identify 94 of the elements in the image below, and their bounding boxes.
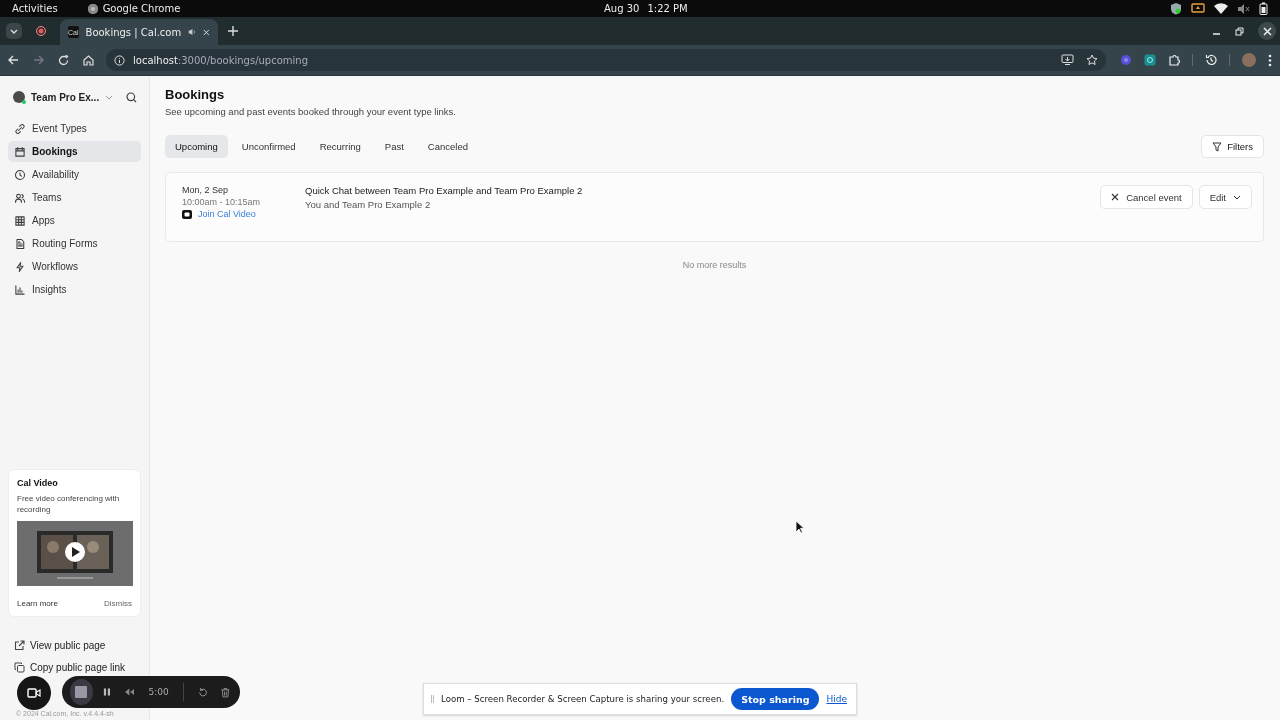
chevron-down-icon [1233,194,1241,200]
nav-icon [14,122,26,135]
nav-item[interactable]: Teams [8,187,141,208]
shield-icon[interactable] [1170,2,1182,15]
nav-icon [14,237,26,250]
end-message: No more results [681,260,748,270]
join-link[interactable]: Join Cal Video [198,209,256,219]
history-icon[interactable] [1205,54,1217,66]
wifi-icon[interactable] [1214,3,1228,14]
video-icon [182,209,192,219]
url-text[interactable]: localhost:3000/bookings/upcoming [133,54,308,66]
promo-description: Free video conferencing with recording [17,493,121,515]
page-title: Bookings [165,87,226,102]
stop-sharing-button[interactable]: Stop sharing [731,688,820,710]
menu-icon[interactable] [1268,53,1272,67]
hide-link[interactable]: Hide [826,694,847,704]
new-tab-icon[interactable] [228,26,238,36]
filter-icon [1212,141,1223,152]
install-icon[interactable] [1061,54,1074,65]
tab-title: Bookings | Cal.com [85,26,182,38]
restore-icon[interactable] [1235,26,1244,36]
filter-tab[interactable]: Upcoming [165,135,228,158]
booking-attendees: You and Team Pro Example 2 [305,199,432,210]
speaker-icon[interactable] [188,27,197,37]
info-icon[interactable] [114,54,125,66]
page-subtitle: See upcoming and past events booked through your event type links. [165,106,457,117]
close-icon[interactable] [203,27,210,37]
chevron-down-icon [10,28,18,34]
puzzle-icon[interactable] [1168,54,1180,66]
dismiss-button[interactable]: Dismiss [104,599,132,608]
nav-icon [14,283,26,296]
sidebar-link[interactable]: View public page [8,639,141,652]
booking-title: Quick Chat between Team Pro Example and Team Pro Example 2 [305,185,583,196]
promo-title: Cal Video [17,478,59,488]
team-avatar[interactable] [13,91,25,103]
tab-search-button[interactable] [6,23,22,39]
camera-icon [27,688,41,698]
booking-time: 10:00am - 10:15am [182,197,262,207]
timer-text: 5:00 [148,687,169,697]
filter-tab[interactable]: Past [374,135,414,158]
close-icon [1111,193,1120,201]
filter-tab[interactable]: Unconfirmed [231,135,306,158]
home-icon[interactable] [83,54,94,66]
restart-icon[interactable] [197,686,208,698]
nav-icon [14,260,26,273]
close-window-button[interactable] [1258,22,1276,40]
stop-button[interactable] [70,679,93,705]
back-icon[interactable] [8,55,19,65]
screen-share-icon[interactable] [1191,3,1205,14]
chevron-down-icon[interactable] [105,94,114,100]
drag-handle-icon[interactable] [431,695,434,703]
team-switcher[interactable]: Team Pro Ex... [31,91,100,103]
chrome-icon [87,3,98,14]
search-icon[interactable] [126,91,137,103]
mouse-cursor-icon [795,520,804,534]
nav-item[interactable]: Insights [8,279,141,300]
speaker-muted-icon[interactable] [1237,2,1250,15]
booking-date: Mon, 2 Sep [182,185,230,195]
close-icon [1262,26,1272,36]
nav-icon [14,191,26,204]
learn-more-link[interactable]: Learn more [17,599,58,608]
pause-icon[interactable] [102,687,111,697]
filter-tab[interactable]: Canceled [417,135,478,158]
nav-item[interactable]: Workflows [8,256,141,277]
cancel-event-button[interactable]: Cancel event [1100,185,1193,209]
booking-row[interactable]: Mon, 2 Sep 10:00am - 10:15am Join Cal Video Quick Chat between Team Pro Example and Team Pro Example 2 You and Team Pro Example 2 Cancel event Edit [166,173,1263,241]
star-icon[interactable] [1086,54,1098,66]
external-link-icon [14,640,25,651]
nav-item[interactable]: Routing Forms [8,233,141,254]
nav-icon [14,145,26,158]
nav-item[interactable]: Apps [8,210,141,231]
extension-icon[interactable] [1144,54,1156,66]
nav-icon [14,214,26,227]
sharing-message: Loom – Screen Recorder & Screen Capture is sharing your screen. [441,694,725,704]
filter-tab[interactable]: Recurring [309,135,371,158]
rewind-icon[interactable] [124,688,135,696]
activities-button[interactable]: Activities [12,2,58,15]
extension-icon[interactable] [1120,54,1132,66]
address-bar[interactable]: localhost:3000/bookings/upcoming [106,49,1106,71]
nav-icon [14,168,26,181]
reload-icon[interactable] [58,54,69,66]
nav-item[interactable]: Availability [8,164,141,185]
time-text[interactable]: 1:22 PM [647,2,688,15]
app-name[interactable]: Google Chrome [102,2,181,15]
copy-icon [14,662,25,673]
edit-button[interactable]: Edit [1198,185,1252,209]
filters-button[interactable]: Filters [1201,135,1264,158]
sidebar-link[interactable]: Copy public page link [8,661,141,674]
trash-icon[interactable] [221,686,230,698]
recording-icon [36,26,46,36]
nav-item[interactable]: Bookings [8,141,141,162]
nav-item[interactable]: Event Types [8,118,141,139]
battery-icon[interactable] [1259,2,1268,15]
date-text[interactable]: Aug 30 [604,2,640,15]
